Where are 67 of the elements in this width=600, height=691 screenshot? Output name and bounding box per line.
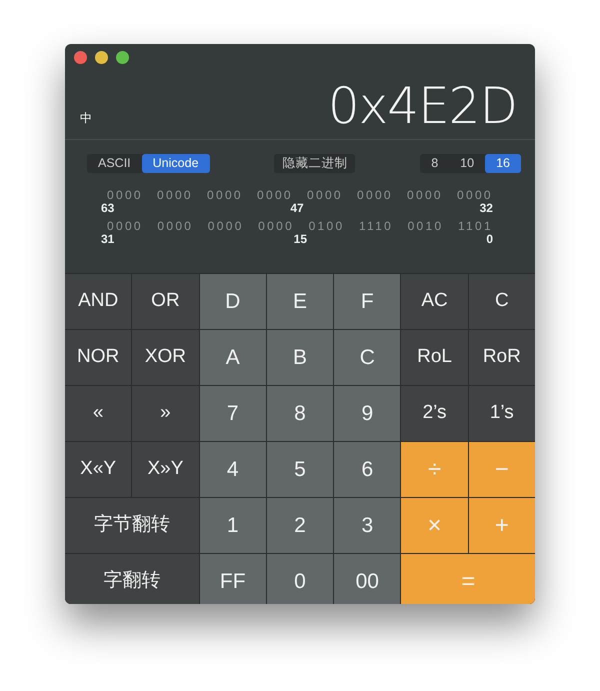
- key-button[interactable]: 0: [266, 554, 334, 604]
- key-button[interactable]: XOR: [132, 330, 199, 385]
- base-option[interactable]: 16: [485, 154, 521, 173]
- minimize-button[interactable]: [95, 51, 108, 64]
- display-value: 0x4E2D: [328, 81, 517, 131]
- encoding-option[interactable]: ASCII: [87, 154, 142, 173]
- bit-nibble[interactable]: 0000: [257, 189, 293, 202]
- key-button[interactable]: C: [468, 274, 535, 329]
- key-button[interactable]: 字节翻转: [65, 498, 199, 553]
- key-button[interactable]: RoR: [468, 330, 535, 385]
- bit-nibble[interactable]: 0000: [107, 189, 143, 202]
- bit-nibble[interactable]: 0000: [157, 220, 194, 233]
- key-button[interactable]: A: [200, 330, 266, 385]
- base-option[interactable]: 8: [420, 154, 450, 173]
- bit-nibble[interactable]: 0000: [207, 189, 243, 202]
- key-button[interactable]: 2: [266, 498, 334, 553]
- bit-nibble[interactable]: 0000: [157, 189, 193, 202]
- zoom-button[interactable]: [116, 51, 129, 64]
- key-button[interactable]: 4: [200, 442, 266, 497]
- key-button[interactable]: 5: [266, 442, 334, 497]
- key-button[interactable]: 3: [334, 498, 400, 553]
- key-button[interactable]: 00: [334, 554, 400, 604]
- key-button[interactable]: RoL: [401, 330, 468, 385]
- key-button[interactable]: FF: [200, 554, 266, 604]
- key-button[interactable]: C: [334, 330, 400, 385]
- key-button[interactable]: 1’s: [468, 386, 535, 441]
- bit-index-label: 63: [101, 202, 114, 215]
- bit-nibble[interactable]: 0000: [457, 189, 493, 202]
- bit-index-label: 15: [294, 233, 308, 246]
- key-button[interactable]: AND: [65, 274, 132, 329]
- key-button[interactable]: 2’s: [401, 386, 468, 441]
- key-button[interactable]: »: [132, 386, 199, 441]
- bit-nibble[interactable]: 0000: [307, 189, 343, 202]
- bit-nibble[interactable]: 0100: [308, 220, 344, 233]
- bit-nibble[interactable]: 0000: [107, 220, 143, 233]
- key-button[interactable]: 7: [200, 386, 266, 441]
- key-button[interactable]: B: [266, 330, 334, 385]
- key-button[interactable]: E: [266, 274, 334, 329]
- key-button[interactable]: D: [200, 274, 266, 329]
- key-button[interactable]: 6: [334, 442, 400, 497]
- key-button[interactable]: 字翻转: [65, 554, 199, 604]
- key-button[interactable]: OR: [132, 274, 199, 329]
- bit-index-label: 32: [480, 202, 493, 215]
- key-button[interactable]: 9: [334, 386, 400, 441]
- encoding-option[interactable]: Unicode: [142, 154, 210, 173]
- key-button[interactable]: F: [334, 274, 400, 329]
- bit-nibble[interactable]: 0000: [208, 220, 244, 233]
- bit-nibble[interactable]: 0000: [258, 220, 294, 233]
- key-button[interactable]: X«Y: [65, 442, 132, 497]
- key-button[interactable]: 8: [266, 386, 334, 441]
- base-option[interactable]: 10: [449, 154, 486, 173]
- bit-nibble[interactable]: 0000: [407, 189, 443, 202]
- bit-index-label: 47: [290, 202, 304, 215]
- bit-nibble[interactable]: 1110: [358, 220, 394, 233]
- bit-nibble[interactable]: 1101: [458, 220, 493, 233]
- key-button[interactable]: AC: [401, 274, 468, 329]
- bit-index-label: 31: [101, 233, 114, 246]
- key-button[interactable]: 1: [200, 498, 266, 553]
- character-label: 中: [80, 110, 92, 127]
- bit-nibble[interactable]: 0000: [357, 189, 393, 202]
- bit-index-label: 0: [486, 233, 493, 246]
- key-button[interactable]: NOR: [65, 330, 132, 385]
- hide-binary-button[interactable]: 隐藏二进制: [274, 154, 356, 173]
- key-button[interactable]: «: [65, 386, 132, 441]
- bit-nibble[interactable]: 0010: [408, 220, 444, 233]
- close-button[interactable]: [74, 51, 87, 64]
- key-button[interactable]: X»Y: [132, 442, 199, 497]
